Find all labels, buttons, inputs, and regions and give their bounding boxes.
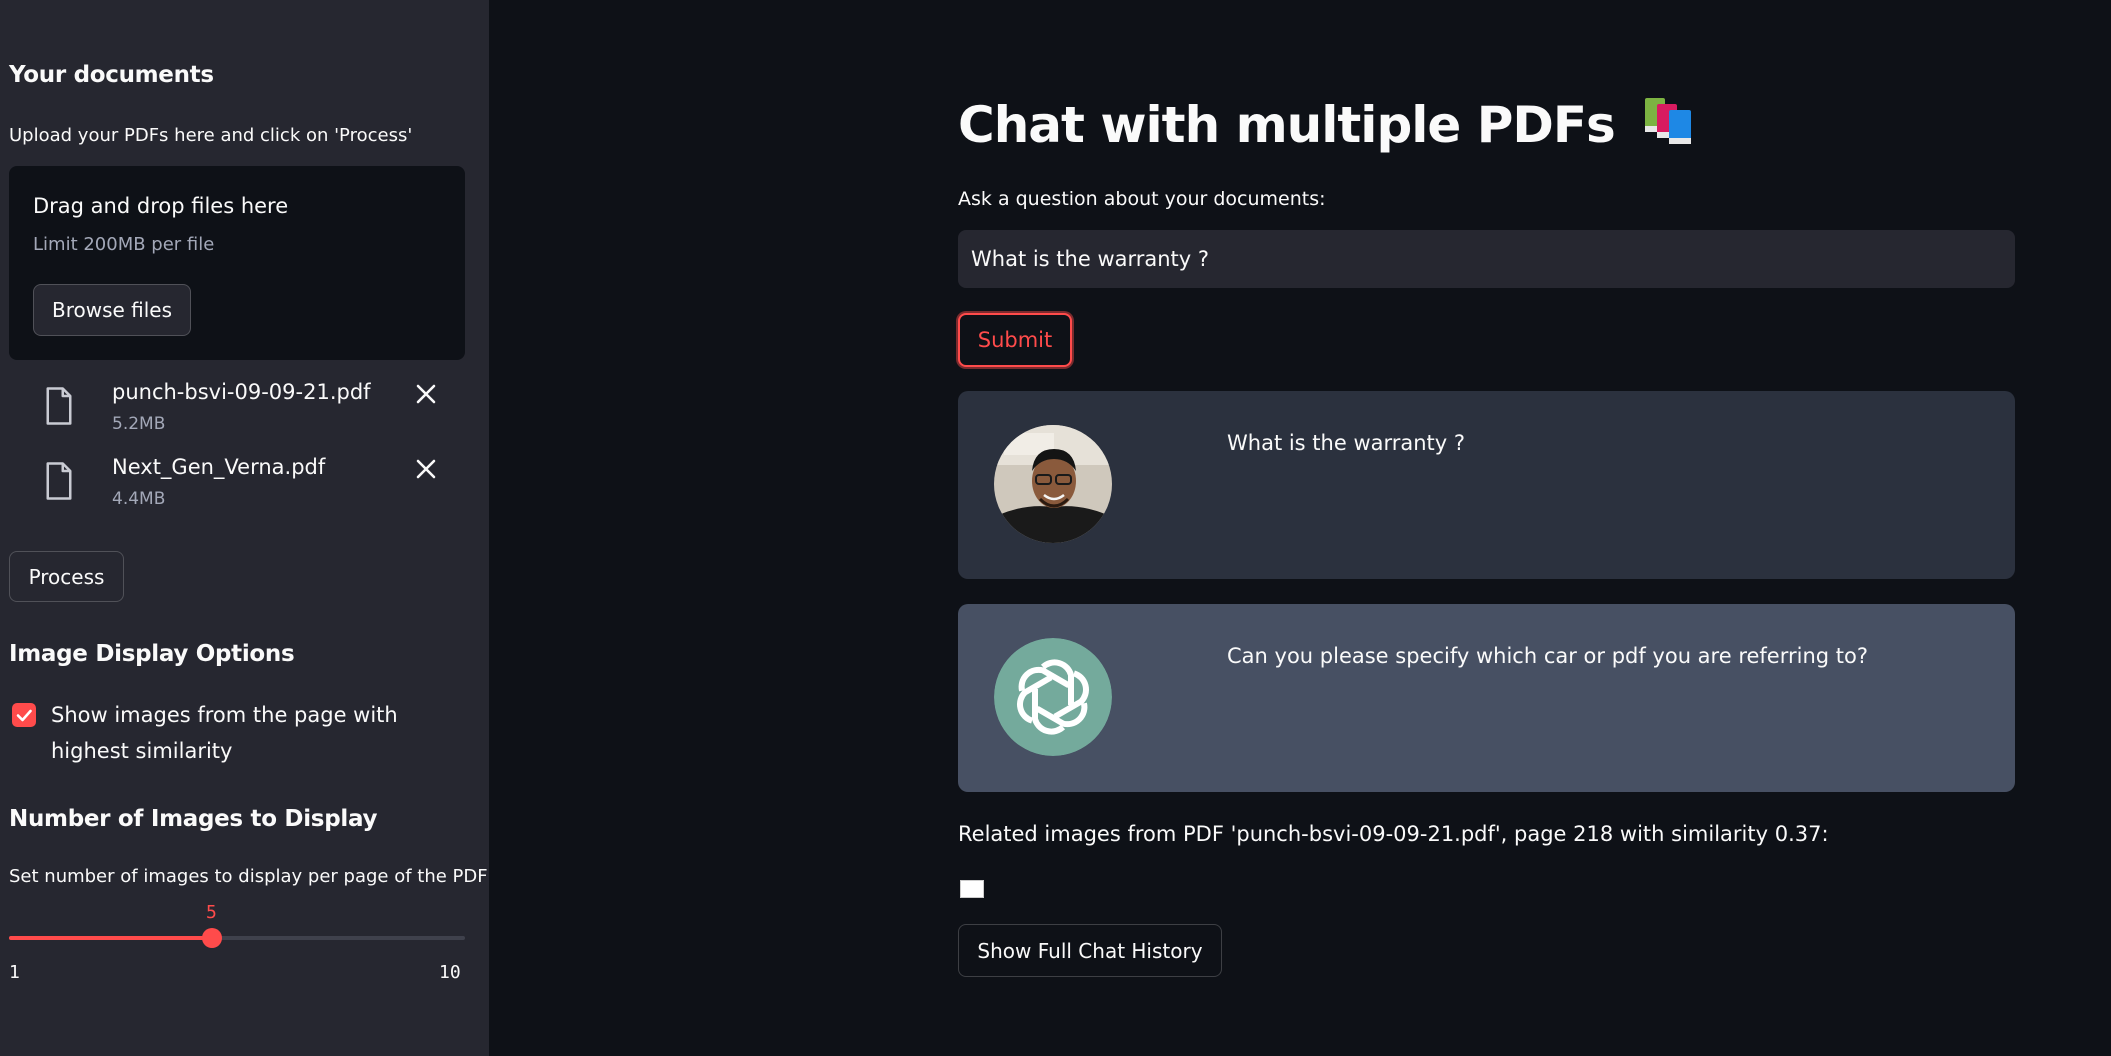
num-images-hint: Set number of images to display per page… xyxy=(9,866,488,887)
bot-message: Can you please specify which car or pdf … xyxy=(958,604,2015,792)
show-images-checkbox[interactable] xyxy=(12,703,36,727)
dropzone-limit: Limit 200MB per file xyxy=(33,234,215,255)
file-icon xyxy=(46,387,72,425)
submit-button[interactable]: Submit xyxy=(958,313,1072,367)
file-name: Next_Gen_Verna.pdf xyxy=(112,455,326,479)
file-size: 5.2MB xyxy=(112,414,166,434)
slider-value-label: 5 xyxy=(206,902,217,923)
sidebar: Your documents Upload your PDFs here and… xyxy=(0,0,489,1056)
question-input[interactable] xyxy=(958,230,2015,288)
checkmark-icon xyxy=(16,709,32,722)
slider-max-label: 10 xyxy=(439,962,461,983)
user-avatar xyxy=(994,425,1112,543)
slider-thumb[interactable] xyxy=(202,928,222,948)
user-message: What is the warranty ? xyxy=(958,391,2015,579)
remove-file-icon[interactable] xyxy=(412,455,440,483)
uploaded-file: Next_Gen_Verna.pdf 4.4MB xyxy=(0,455,489,525)
bot-message-text: Can you please specify which car or pdf … xyxy=(1227,644,1869,668)
user-message-text: What is the warranty ? xyxy=(1227,431,1466,455)
dropzone-title: Drag and drop files here xyxy=(33,194,289,218)
openai-logo-icon xyxy=(994,638,1112,756)
remove-file-icon[interactable] xyxy=(412,380,440,408)
slider-fill xyxy=(9,936,212,940)
show-images-label[interactable]: Show images from the page with highest s… xyxy=(51,697,431,769)
file-dropzone[interactable]: Drag and drop files here Limit 200MB per… xyxy=(9,166,465,360)
file-size: 4.4MB xyxy=(112,489,166,509)
num-images-slider[interactable] xyxy=(9,928,465,948)
related-images-text: Related images from PDF 'punch-bsvi-09-0… xyxy=(958,822,1829,846)
process-button[interactable]: Process xyxy=(9,551,124,602)
image-options-heading: Image Display Options xyxy=(9,641,295,667)
uploaded-file: punch-bsvi-09-09-21.pdf 5.2MB xyxy=(0,380,489,450)
upload-hint: Upload your PDFs here and click on 'Proc… xyxy=(9,125,413,146)
num-images-heading: Number of Images to Display xyxy=(9,806,378,832)
file-icon xyxy=(46,462,72,500)
question-label: Ask a question about your documents: xyxy=(958,188,1326,210)
browse-files-button[interactable]: Browse files xyxy=(33,284,191,336)
documents-heading: Your documents xyxy=(9,62,214,88)
slider-min-label: 1 xyxy=(9,962,20,983)
page-title: Chat with multiple PDFs xyxy=(958,96,1701,154)
books-icon xyxy=(1643,96,1701,146)
related-image-thumbnail[interactable] xyxy=(960,880,984,898)
page-title-text: Chat with multiple PDFs xyxy=(958,96,1616,154)
file-name: punch-bsvi-09-09-21.pdf xyxy=(112,380,371,404)
show-history-button[interactable]: Show Full Chat History xyxy=(958,924,1222,977)
